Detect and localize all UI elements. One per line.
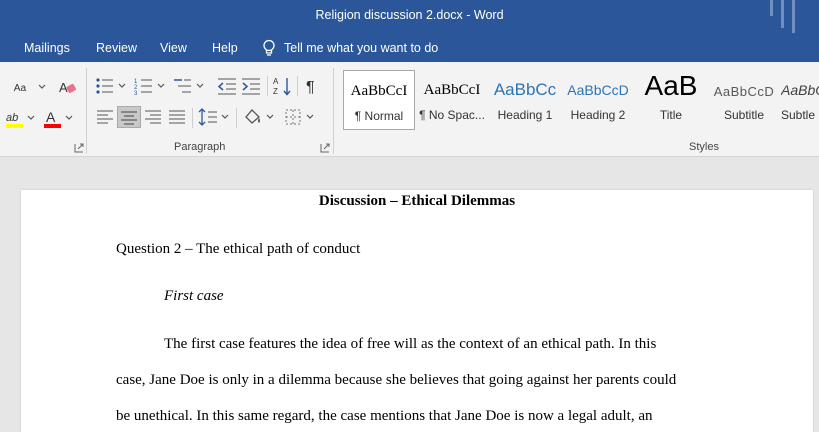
svg-text:Z: Z xyxy=(273,87,278,96)
window-decoration-icon xyxy=(770,0,795,33)
shading-icon[interactable] xyxy=(242,106,264,128)
document-heading: Discussion – Ethical Dilemmas xyxy=(318,193,516,209)
highlight-color-icon[interactable]: ab xyxy=(4,108,26,130)
font-color-icon[interactable]: A xyxy=(42,108,64,130)
chevron-down-icon[interactable] xyxy=(27,115,35,121)
svg-text:Aa: Aa xyxy=(14,83,27,94)
svg-text:¶: ¶ xyxy=(306,79,315,96)
style-sample: AaBbCc xyxy=(493,80,557,99)
style-heading-1[interactable]: AaBbCc Heading 1 xyxy=(489,70,561,130)
style-subtle-emphasis[interactable]: AaBbCcD Subtle E xyxy=(781,70,819,130)
style-name: Subtitle xyxy=(723,108,765,122)
chevron-down-icon[interactable] xyxy=(196,83,204,89)
paragraph-line: be unethical. In this same regard, the c… xyxy=(116,408,653,424)
svg-text:A: A xyxy=(46,109,56,125)
paragraph-group-label: Paragraph xyxy=(174,141,226,153)
style-title[interactable]: AaB Title xyxy=(635,70,707,130)
chevron-down-icon[interactable] xyxy=(65,115,73,121)
style-name: Title xyxy=(659,108,683,122)
ribbon: Aa A ab A 123 AZ ¶ Paragraph AaBbCcI ¶ N… xyxy=(0,62,819,157)
svg-text:A: A xyxy=(273,77,279,86)
numbering-icon[interactable]: 123 xyxy=(133,75,155,97)
divider xyxy=(192,108,193,128)
divider xyxy=(267,76,268,96)
align-center-icon[interactable] xyxy=(117,106,141,128)
paragraph-line: case, Jane Doe is only in a dilemma beca… xyxy=(116,372,677,388)
change-case-icon[interactable]: Aa xyxy=(12,76,38,98)
chevron-down-icon[interactable] xyxy=(306,114,314,120)
style-name: ¶ Normal xyxy=(354,109,404,123)
style-sample: AaBbCcD xyxy=(713,84,775,99)
divider xyxy=(297,76,298,96)
divider xyxy=(333,68,334,154)
style-name: ¶ No Spac... xyxy=(419,108,485,122)
multilevel-list-icon[interactable] xyxy=(172,75,194,97)
style-sample: AaBbCcI xyxy=(350,83,408,99)
style-name: Subtle E xyxy=(781,108,819,122)
sort-icon[interactable]: AZ xyxy=(272,75,294,97)
tab-mailings[interactable]: Mailings xyxy=(24,41,70,55)
document-page[interactable]: Discussion – Ethical Dilemmas Question 2… xyxy=(21,190,813,432)
clear-formatting-icon[interactable]: A xyxy=(56,76,78,98)
chevron-down-icon[interactable] xyxy=(118,83,126,89)
show-formatting-marks-icon[interactable]: ¶ xyxy=(302,75,324,97)
paragraph-dialog-launcher-icon[interactable] xyxy=(320,143,330,153)
borders-icon[interactable] xyxy=(282,106,304,128)
font-dialog-launcher-icon[interactable] xyxy=(74,143,84,153)
svg-text:3: 3 xyxy=(134,91,138,97)
window-title: Religion discussion 2.docx - Word xyxy=(315,8,504,22)
style-normal[interactable]: AaBbCcI ¶ Normal xyxy=(343,70,415,130)
chevron-down-icon[interactable] xyxy=(221,114,229,120)
line-spacing-icon[interactable] xyxy=(197,106,219,128)
tab-help[interactable]: Help xyxy=(212,41,238,55)
styles-group-label: Styles xyxy=(689,141,719,153)
increase-indent-icon[interactable] xyxy=(240,75,262,97)
justify-icon[interactable] xyxy=(166,106,188,128)
style-sample: AaBbCcD xyxy=(781,82,819,98)
align-left-icon[interactable] xyxy=(94,106,116,128)
paragraph-line: The first case features the idea of free… xyxy=(164,336,657,352)
bullets-icon[interactable] xyxy=(94,75,116,97)
style-heading-2[interactable]: AaBbCcD Heading 2 xyxy=(562,70,634,130)
tab-review[interactable]: Review xyxy=(96,41,137,55)
tell-me-search[interactable]: Tell me what you want to do xyxy=(262,39,438,57)
subheading: First case xyxy=(164,288,224,304)
style-sample: AaB xyxy=(644,70,698,101)
decrease-indent-icon[interactable] xyxy=(216,75,238,97)
title-bar: Religion discussion 2.docx - Word xyxy=(0,0,819,33)
align-right-icon[interactable] xyxy=(142,106,164,128)
tab-view[interactable]: View xyxy=(160,41,187,55)
style-name: Heading 2 xyxy=(570,108,626,122)
styles-gallery: AaBbCcI ¶ Normal AaBbCcI ¶ No Spac... Aa… xyxy=(343,70,819,130)
style-sample: AaBbCcI xyxy=(423,82,481,98)
hidden xyxy=(4,168,26,190)
question-line: Question 2 – The ethical path of conduct xyxy=(116,241,361,257)
lightbulb-icon xyxy=(263,39,275,56)
style-no-spacing[interactable]: AaBbCcI ¶ No Spac... xyxy=(416,70,488,130)
divider xyxy=(86,68,87,154)
chevron-down-icon[interactable] xyxy=(38,84,46,90)
tell-me-label: Tell me what you want to do xyxy=(284,41,439,55)
divider xyxy=(236,108,237,128)
svg-text:ab: ab xyxy=(6,112,18,124)
chevron-down-icon[interactable] xyxy=(157,83,165,89)
style-subtitle[interactable]: AaBbCcD Subtitle xyxy=(708,70,780,130)
chevron-down-icon[interactable] xyxy=(266,114,274,120)
style-sample: AaBbCcD xyxy=(567,82,629,98)
ribbon-tabs: Mailings Review View Help Tell me what y… xyxy=(0,33,819,62)
style-name: Heading 1 xyxy=(497,108,553,122)
